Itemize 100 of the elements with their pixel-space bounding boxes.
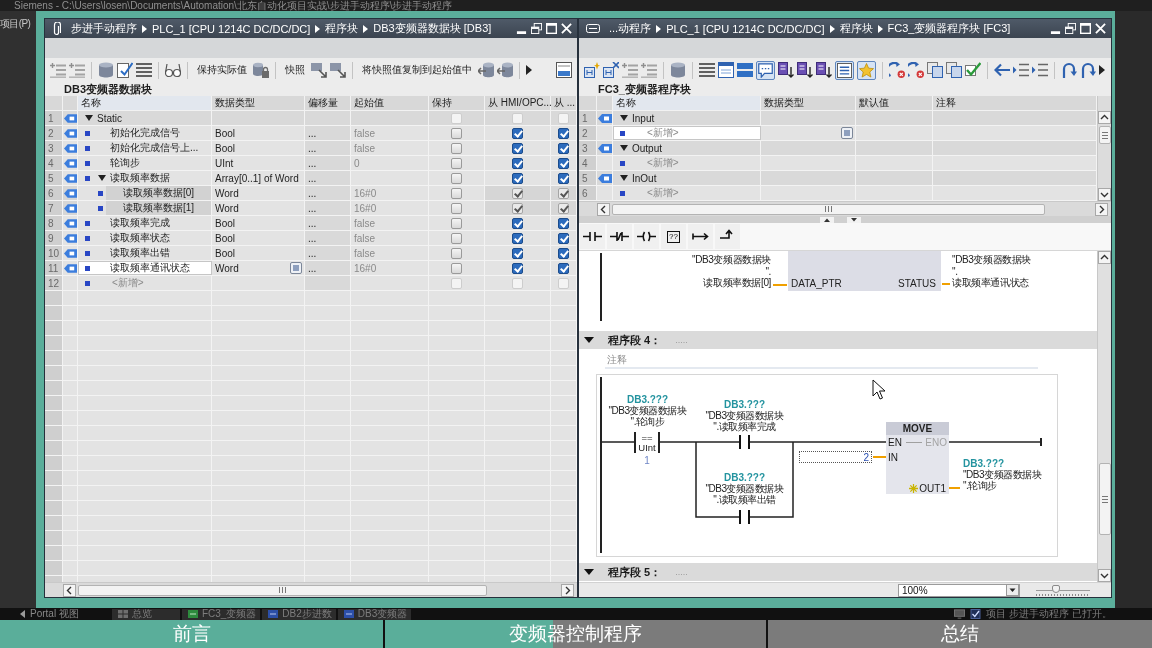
more-arrow-icon[interactable]	[526, 65, 532, 75]
insert-row-icon[interactable]	[622, 62, 638, 78]
scrollbar-thumb[interactable]	[78, 584, 487, 596]
insert-row-icon[interactable]	[641, 62, 657, 78]
checkbox[interactable]	[512, 232, 523, 244]
checkbox[interactable]	[451, 127, 462, 139]
table-row[interactable]: 9 读取频率状态 Bool ... false	[45, 231, 577, 246]
column-header[interactable]: 数据类型	[764, 96, 804, 110]
caret-down-icon[interactable]	[846, 217, 861, 223]
chapter-button[interactable]: 变频器控制程序	[383, 620, 766, 648]
taskbar-tab[interactable]: DB2步进数	[262, 608, 336, 620]
column-header[interactable]: 名称	[616, 96, 636, 110]
taskbar-tab[interactable]: FC3_变频器	[181, 608, 261, 620]
scrollbar-thumb[interactable]	[1098, 463, 1111, 535]
breadcrumb-item[interactable]: 程序块	[325, 21, 359, 36]
checkbox[interactable]	[558, 247, 569, 259]
back-arrow-icon[interactable]	[20, 610, 25, 618]
table-row[interactable]: 11 读取频率通讯状态 Word ... 16#0	[45, 261, 577, 276]
branch-close-icon[interactable]	[715, 224, 740, 249]
curved-arrow-icon[interactable]	[1080, 62, 1096, 78]
checkbox[interactable]	[451, 217, 462, 229]
checkbox[interactable]	[451, 247, 462, 259]
checkbox[interactable]	[558, 142, 569, 154]
download-icon[interactable]	[797, 62, 813, 78]
checkbox[interactable]	[451, 187, 462, 199]
breadcrumb-item[interactable]: FC3_变频器程序块 [FC3]	[887, 21, 1011, 36]
column-header[interactable]: 从 HMI/OPC...	[488, 96, 552, 110]
breadcrumb-item[interactable]: PLC_1 [CPU 1214C DC/DC/DC]	[152, 22, 311, 35]
scroll-left-icon[interactable]	[63, 583, 76, 597]
list-icon[interactable]	[136, 62, 152, 78]
zoom-dropdown[interactable]: 100%	[898, 583, 1020, 597]
table-row[interactable]: 4 轮询步 UInt ... 0	[45, 156, 577, 171]
scrollbar-thumb[interactable]	[612, 203, 1045, 215]
table-row[interactable]: 2 初始化完成信号 Bool ... false	[45, 126, 577, 141]
table-row[interactable]: 10 读取频率出错 Bool ... false	[45, 246, 577, 261]
list-picker-icon[interactable]	[290, 262, 302, 274]
name-cell[interactable]: 读取频率完成	[78, 216, 212, 230]
name-cell[interactable]: 读取频率通讯状态	[78, 261, 212, 275]
download-icon[interactable]	[778, 62, 794, 78]
indent-icon[interactable]	[1013, 62, 1029, 78]
column-header[interactable]: 偏移量	[308, 96, 338, 110]
database-arrow-icon[interactable]	[478, 62, 494, 78]
table-row[interactable]: 3 初始化完成信号上... Bool ... false	[45, 141, 577, 156]
name-cell[interactable]: Output	[613, 141, 761, 155]
arrow-cross-icon[interactable]	[889, 62, 905, 78]
scroll-left-icon[interactable]	[597, 202, 610, 216]
checkbox[interactable]	[512, 172, 523, 184]
instruction-box[interactable]: DATA_PTR STATUS	[788, 251, 941, 291]
check-icon[interactable]	[965, 62, 981, 78]
block-arrow-icon[interactable]	[330, 62, 346, 78]
checkbox[interactable]	[558, 262, 569, 274]
checkbox[interactable]	[451, 202, 462, 214]
name-cell[interactable]: 读取频率出错	[78, 246, 212, 260]
chapter-button[interactable]: 总结	[766, 620, 1152, 648]
toolbar-button[interactable]: 快照	[282, 63, 308, 77]
table-row[interactable]: 5 InOut	[579, 171, 1097, 186]
caret-up-icon[interactable]	[819, 217, 834, 223]
table-row[interactable]: 6 <新增>	[579, 186, 1097, 201]
table-row[interactable]: 1 Input	[579, 111, 1097, 126]
block-arrow-icon[interactable]	[311, 62, 327, 78]
column-header[interactable]: 数据类型	[215, 96, 255, 110]
scroll-down-icon[interactable]	[1098, 569, 1111, 582]
name-cell[interactable]: <新增>	[613, 126, 761, 140]
tab-icon[interactable]	[586, 24, 600, 33]
expand-caret-icon[interactable]	[620, 144, 628, 152]
network-header[interactable]: 程序段 5： .....	[579, 563, 1097, 581]
curved-arrow-icon[interactable]	[1061, 62, 1077, 78]
block-add-icon[interactable]	[584, 62, 600, 78]
breadcrumb-item[interactable]: DB3变频器数据块 [DB3]	[373, 21, 492, 36]
vertical-scrollbar[interactable]	[1097, 96, 1111, 201]
arrow-left-icon[interactable]	[994, 62, 1010, 78]
checklist-icon[interactable]	[117, 62, 133, 78]
paperclip-icon[interactable]	[52, 21, 61, 36]
maximize-icon[interactable]	[1080, 23, 1091, 34]
table-row[interactable]: 6 读取频率数据[0] Word ... 16#0	[45, 186, 577, 201]
close-icon[interactable]	[561, 23, 572, 34]
checkbox[interactable]	[451, 172, 462, 184]
database-lock-icon[interactable]	[253, 62, 269, 78]
checkbox[interactable]	[451, 262, 462, 274]
list-picker-icon[interactable]	[841, 127, 853, 139]
list-icon[interactable]	[699, 62, 715, 78]
insert-row-icon[interactable]	[69, 62, 85, 78]
glasses-icon[interactable]	[165, 62, 181, 78]
name-cell[interactable]: 读取频率数据	[78, 171, 212, 185]
name-cell[interactable]: 读取频率状态	[78, 231, 212, 245]
float-window-icon[interactable]	[531, 23, 542, 34]
collapse-caret-icon[interactable]	[584, 567, 594, 577]
database-arrow-icon[interactable]	[497, 62, 513, 78]
checkbox[interactable]	[512, 142, 523, 154]
name-cell[interactable]: 初始化完成信号上...	[78, 141, 212, 155]
vertical-scrollbar[interactable]	[1097, 251, 1111, 582]
column-header[interactable]: 注释	[936, 96, 956, 110]
panel-layout-icon[interactable]	[556, 62, 572, 78]
expand-caret-icon[interactable]	[620, 174, 628, 182]
comment-field[interactable]: 注释	[605, 351, 1038, 369]
name-cell[interactable]: InOut	[613, 171, 761, 185]
expand-caret-icon[interactable]	[620, 114, 628, 122]
name-cell[interactable]: Input	[613, 111, 761, 125]
checkbox[interactable]	[451, 142, 462, 154]
contact-symbol[interactable]	[739, 435, 750, 449]
